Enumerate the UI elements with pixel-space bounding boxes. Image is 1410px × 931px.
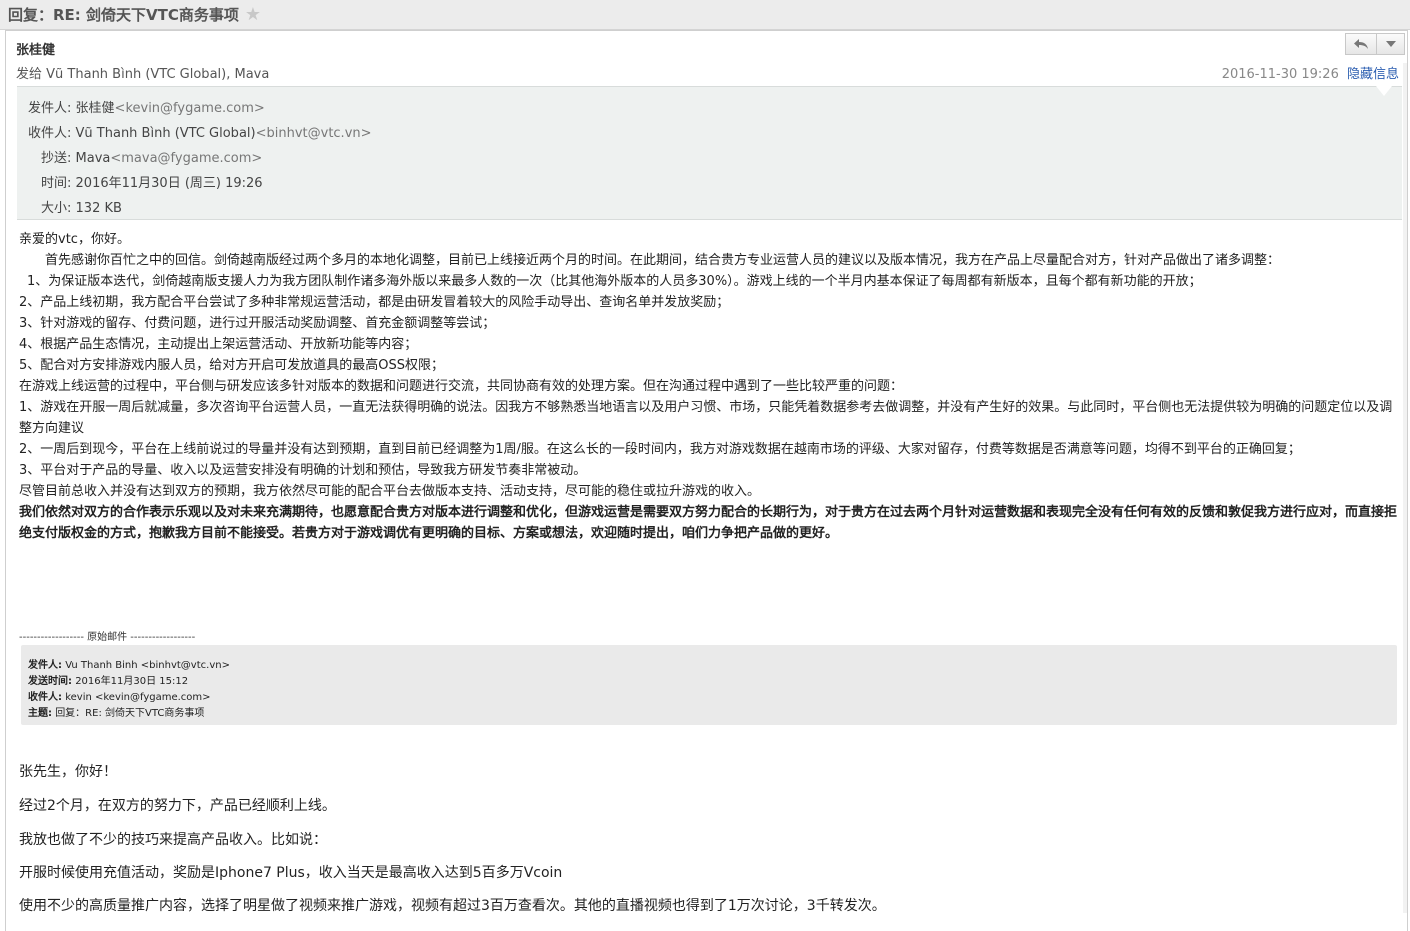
orig-from-row: 发件人: Vu Thanh Binh <binhvt@vtc.vn> <box>28 656 230 671</box>
reply-icon <box>1354 39 1368 49</box>
orig-subject-row: 主题: 回复：RE: 剑倚天下VTC商务事项 <box>28 704 204 719</box>
from-row: 发件人: 张桂健<kevin@fygame.com> <box>28 97 265 116</box>
quoted-line: 我放也做了不少的技巧来提高产品收入。比如说： <box>19 832 327 848</box>
greeting: 亲爱的vtc，你好。 <box>19 232 130 247</box>
intro-paragraph: 首先感谢你百忙之中的回信。剑倚越南版经过两个多月的本地化调整，目前已上线接近两个… <box>45 253 1281 268</box>
size-value: 132 KB <box>75 201 122 216</box>
message-date: 2016-11-30 19:26 <box>1221 67 1339 82</box>
hide-info-link[interactable]: 隐藏信息 <box>1347 67 1399 82</box>
to-label: 收件人: <box>28 126 72 141</box>
cc-name[interactable]: Mava <box>76 151 111 166</box>
problem-item: 1、游戏在开服一周后就减量，多次咨询平台运营人员，一直无法获得明确的说法。因我方… <box>19 400 1393 436</box>
problem-item: 2、一周后到现今，平台在上线前说过的导量并没有达到预期，直到目前已经调整为1周/… <box>19 442 1301 457</box>
quoted-line: 使用不少的高质量推广内容，选择了明星做了视频来推广游戏，视频有超过3百万查看次。… <box>19 898 886 914</box>
recipients-list: Vũ Thanh Bình (VTC Global), Mava <box>46 67 270 82</box>
orig-subject-value: 回复：RE: 剑倚天下VTC商务事项 <box>55 708 205 719</box>
from-address: <kevin@fygame.com> <box>114 101 265 116</box>
orig-to-value: kevin <kevin@fygame.com> <box>65 692 211 703</box>
header-details-box: 发件人: 张桂健<kevin@fygame.com> 收件人: Vũ Thanh… <box>17 86 1402 220</box>
to-row: 收件人: Vũ Thanh Bình (VTC Global)<binhvt@v… <box>28 122 372 141</box>
from-label: 发件人: <box>28 101 72 116</box>
sender-name: 张桂健 <box>16 43 56 58</box>
cc-label: 抄送: <box>41 151 72 166</box>
list-item: 4、根据产品生态情况，主动提出上架运营活动、开放新功能等内容； <box>19 337 418 352</box>
message-date-line: 2016-11-30 19:26 隐藏信息 <box>1222 63 1399 82</box>
closing-paragraph: 尽管目前总收入并没有达到双方的预期，我方依然尽可能的配合平台去做版本支持、活动支… <box>19 484 761 499</box>
bold-statement: 我们依然对双方的合作表示乐观以及对未来充满期待，也愿意配合贵方对版本进行调整和优… <box>19 505 1398 541</box>
problem-item: 3、平台对于产品的导量、收入以及运营安排没有明确的计划和预估，导致我方研发节奏非… <box>19 463 587 478</box>
message-body: 亲爱的vtc，你好。 首先感谢你百忙之中的回信。剑倚越南版经过两个多月的本地化调… <box>19 229 1402 544</box>
to-address: <binhvt@vtc.vn> <box>255 126 372 141</box>
size-row: 大小: 132 KB <box>41 197 122 216</box>
original-mail-separator: ------------------ 原始邮件 ----------------… <box>19 632 196 643</box>
list-item: 3、针对游戏的留存、付费问题，进行过开服活动奖励调整、首充金额调整等尝试； <box>19 316 496 331</box>
star-icon[interactable]: ★ <box>245 5 261 24</box>
size-label: 大小: <box>41 201 72 216</box>
orig-from-value: Vu Thanh Binh <binhvt@vtc.vn> <box>65 660 230 671</box>
more-actions-button[interactable] <box>1377 33 1405 55</box>
cc-row: 抄送: Mava<mava@fygame.com> <box>41 147 262 166</box>
quoted-line: 张先生，你好！ <box>19 764 117 780</box>
orig-to-row: 收件人: kevin <kevin@fygame.com> <box>28 688 211 703</box>
recipients-label: 发给 <box>16 67 43 82</box>
orig-sent-value: 2016年11月30日 15:12 <box>75 676 189 687</box>
quoted-line: 经过2个月，在双方的努力下，产品已经顺利上线。 <box>19 798 336 814</box>
time-value: 2016年11月30日 (周三) 19:26 <box>75 176 263 191</box>
cc-address: <mava@fygame.com> <box>110 151 263 166</box>
recipients-line: 发给 Vũ Thanh Bình (VTC Global), Mava <box>16 63 269 82</box>
title-bar: 回复：RE: 剑倚天下VTC商务事项 ★ <box>0 0 1410 30</box>
chevron-down-icon <box>1385 41 1396 47</box>
reply-button[interactable] <box>1345 33 1377 55</box>
quoted-line: 开服时候使用充值活动，奖励是Iphone7 Plus，收入当天是最高收入达到5百… <box>19 865 563 881</box>
list-item: 1、为保证版本迭代，剑倚越南版支援人力为我方团队制作诸多海外版以来最多人数的一次… <box>27 274 1202 289</box>
email-subject-title: 回复：RE: 剑倚天下VTC商务事项 <box>8 6 239 24</box>
orig-to-label: 收件人: <box>28 692 62 703</box>
original-mail-header: 发件人: Vu Thanh Binh <binhvt@vtc.vn> 发送时间:… <box>21 645 1397 725</box>
orig-subject-label: 主题: <box>28 708 52 719</box>
to-name[interactable]: Vũ Thanh Bình (VTC Global) <box>76 126 256 141</box>
problems-intro: 在游戏上线运营的过程中，平台侧与研发应该多针对版本的数据和问题进行交流，共同协商… <box>19 379 904 394</box>
orig-from-label: 发件人: <box>28 660 62 671</box>
orig-sent-label: 发送时间: <box>28 676 72 687</box>
message-toolbar <box>1345 33 1405 55</box>
time-row: 时间: 2016年11月30日 (周三) 19:26 <box>41 172 263 191</box>
orig-sent-row: 发送时间: 2016年11月30日 15:12 <box>28 672 188 687</box>
list-item: 5、配合对方安排游戏内服人员，给对方开启可发放道具的最高OSS权限； <box>19 358 445 373</box>
scrollbar[interactable] <box>1403 63 1407 913</box>
header-pointer <box>1376 86 1392 96</box>
time-label: 时间: <box>41 176 72 191</box>
message-frame: 张桂健 发给 Vũ Thanh Bình (VTC Global), Mava … <box>5 30 1408 931</box>
from-name[interactable]: 张桂健 <box>76 101 115 116</box>
list-item: 2、产品上线初期，我方配合平台尝试了多种非常规运营活动，都是由研发冒着较大的风险… <box>19 295 730 310</box>
